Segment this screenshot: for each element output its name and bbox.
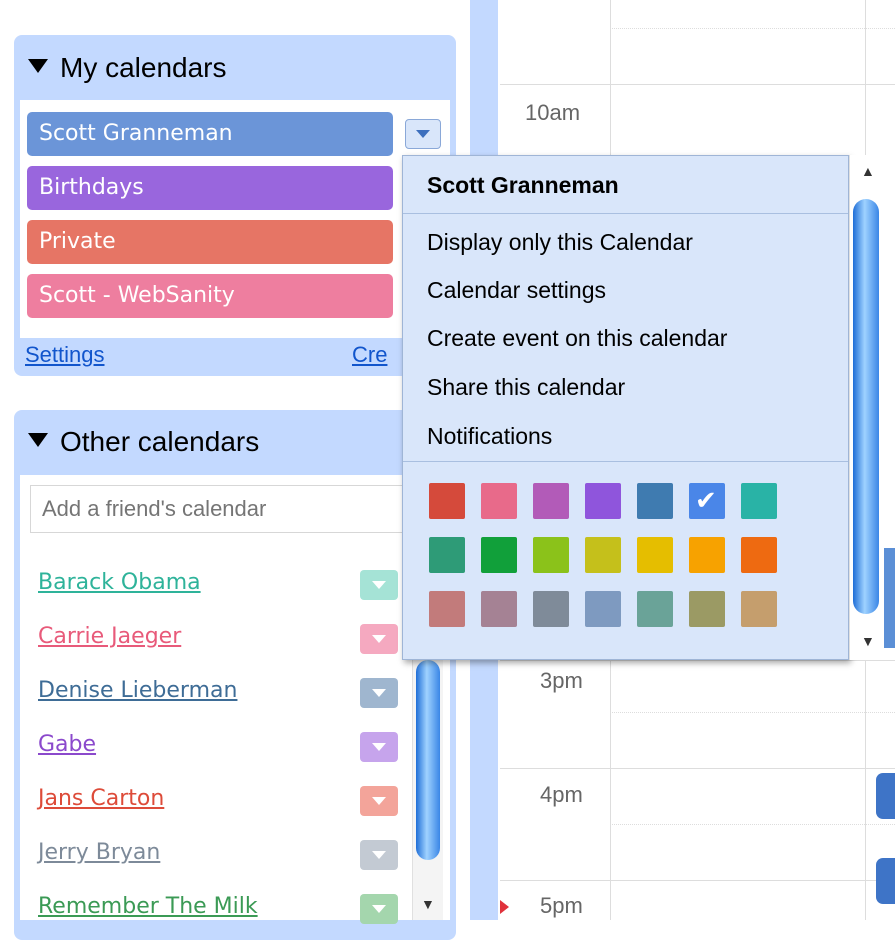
event-chip[interactable] bbox=[876, 858, 895, 904]
time-label-10am: 10am bbox=[525, 100, 581, 125]
hour-line bbox=[500, 768, 895, 769]
half-hour-line bbox=[610, 28, 895, 29]
half-hour-line bbox=[610, 824, 895, 825]
color-swatch[interactable] bbox=[533, 483, 569, 519]
calendar-menu-dropdown-button[interactable] bbox=[405, 119, 441, 149]
menu-divider bbox=[403, 461, 848, 462]
menu-item-calendar-settings[interactable]: Calendar settings bbox=[427, 277, 606, 304]
color-swatch[interactable] bbox=[585, 483, 621, 519]
other-calendar-jans-carton[interactable]: Jans Carton bbox=[38, 786, 164, 811]
menu-title: Scott Granneman bbox=[427, 172, 619, 198]
color-swatch[interactable] bbox=[741, 483, 777, 519]
color-swatch[interactable] bbox=[637, 591, 673, 627]
half-hour-line bbox=[610, 712, 895, 713]
settings-link[interactable]: Settings bbox=[25, 342, 105, 368]
other-calendar-jerry-bryan[interactable]: Jerry Bryan bbox=[38, 840, 160, 865]
menu-item-notifications[interactable]: Notifications bbox=[427, 423, 552, 450]
scroll-down-arrow-icon[interactable]: ▼ bbox=[421, 896, 435, 912]
color-swatch[interactable] bbox=[689, 537, 725, 573]
other-calendar-dropdown[interactable] bbox=[360, 570, 398, 600]
checkmark-icon: ✔ bbox=[695, 486, 717, 516]
other-calendars-title: Other calendars bbox=[60, 426, 260, 457]
other-calendar-gabe[interactable]: Gabe bbox=[38, 732, 96, 757]
color-swatch[interactable] bbox=[533, 537, 569, 573]
other-calendar-remember-the-milk[interactable]: Remember The Milk bbox=[38, 894, 258, 919]
scroll-up-arrow-icon[interactable]: ▲ bbox=[861, 163, 875, 179]
color-swatch[interactable] bbox=[585, 591, 621, 627]
other-calendar-denise-lieberman[interactable]: Denise Lieberman bbox=[38, 678, 237, 703]
hour-line bbox=[500, 660, 895, 661]
chevron-down-icon bbox=[416, 130, 430, 138]
menu-divider bbox=[403, 213, 848, 214]
time-label-4pm: 4pm bbox=[540, 782, 583, 807]
color-swatch[interactable] bbox=[637, 483, 673, 519]
calendar-item-scott-websanity[interactable]: Scott - WebSanity bbox=[27, 274, 393, 318]
color-swatch[interactable] bbox=[741, 537, 777, 573]
color-swatch[interactable] bbox=[533, 591, 569, 627]
menu-item-share[interactable]: Share this calendar bbox=[427, 374, 625, 401]
other-calendar-dropdown[interactable] bbox=[360, 786, 398, 816]
color-swatch[interactable] bbox=[481, 591, 517, 627]
menu-item-create-event[interactable]: Create event on this calendar bbox=[427, 325, 727, 352]
color-swatch[interactable] bbox=[741, 591, 777, 627]
other-calendars-header[interactable]: Other calendars bbox=[28, 426, 259, 458]
hour-line bbox=[500, 880, 895, 881]
event-chip[interactable] bbox=[876, 773, 895, 819]
color-swatch[interactable] bbox=[429, 537, 465, 573]
calendar-options-menu: Scott Granneman Display only this Calend… bbox=[402, 155, 849, 660]
other-calendar-dropdown[interactable] bbox=[360, 624, 398, 654]
hour-line bbox=[500, 84, 895, 85]
collapse-triangle-icon bbox=[28, 59, 48, 73]
time-label-3pm: 3pm bbox=[540, 668, 583, 693]
create-link[interactable]: Cre bbox=[352, 342, 387, 368]
my-calendars-title: My calendars bbox=[60, 52, 227, 83]
scrollbar-thumb[interactable] bbox=[853, 199, 879, 614]
my-calendars-header[interactable]: My calendars bbox=[28, 52, 227, 84]
calendar-item-private[interactable]: Private bbox=[27, 220, 393, 264]
menu-item-display-only[interactable]: Display only this Calendar bbox=[427, 229, 693, 256]
color-swatch[interactable] bbox=[585, 537, 621, 573]
collapse-triangle-icon bbox=[28, 433, 48, 447]
color-swatch[interactable] bbox=[481, 483, 517, 519]
color-swatch[interactable] bbox=[689, 591, 725, 627]
add-friend-calendar-input[interactable] bbox=[30, 485, 422, 533]
event-chip[interactable] bbox=[884, 548, 895, 648]
calendar-item-scott-granneman[interactable]: Scott Granneman bbox=[27, 112, 393, 156]
time-label-5pm: 5pm bbox=[540, 893, 583, 918]
color-swatch[interactable] bbox=[481, 537, 517, 573]
page-scrollbar[interactable]: ▲ ▼ bbox=[849, 155, 882, 660]
scroll-down-arrow-icon[interactable]: ▼ bbox=[861, 633, 875, 649]
other-calendar-dropdown[interactable] bbox=[360, 840, 398, 870]
other-calendar-carrie-jaeger[interactable]: Carrie Jaeger bbox=[38, 624, 181, 649]
calendar-item-birthdays[interactable]: Birthdays bbox=[27, 166, 393, 210]
other-calendar-dropdown[interactable] bbox=[360, 732, 398, 762]
current-time-marker bbox=[500, 900, 509, 914]
color-swatch[interactable]: ✔ bbox=[689, 483, 725, 519]
other-calendar-barack-obama[interactable]: Barack Obama bbox=[38, 570, 201, 595]
other-calendar-dropdown[interactable] bbox=[360, 678, 398, 708]
color-swatch[interactable] bbox=[637, 537, 673, 573]
color-swatch[interactable] bbox=[429, 591, 465, 627]
color-swatch[interactable] bbox=[429, 483, 465, 519]
scrollbar-thumb[interactable] bbox=[416, 660, 440, 860]
